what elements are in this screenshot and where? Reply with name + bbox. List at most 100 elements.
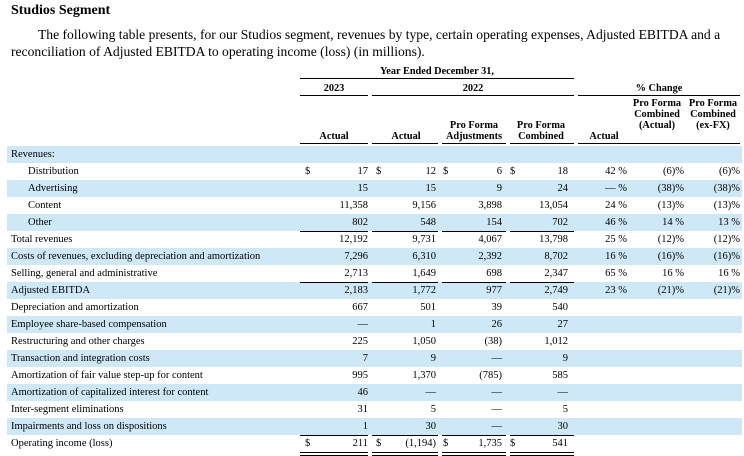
cell-comb: 5: [562, 404, 568, 415]
currency-symbol: $: [443, 438, 449, 449]
table-row: Restructuring and other charges 225 1,050 (…: [7, 333, 742, 350]
table-row: Amortization of capitalized interest for…: [7, 384, 742, 401]
cell-adj: —: [491, 353, 503, 364]
cell-a23: —: [357, 319, 369, 330]
cell-adj: (38): [484, 336, 503, 347]
cell-a22: 6,310: [412, 251, 436, 262]
row-label: Revenues:: [11, 149, 55, 160]
cell-adj: 698: [486, 268, 502, 279]
pct-change-underline: [578, 95, 740, 96]
cell-a22: 15: [425, 183, 437, 194]
cell-a23: 667: [352, 302, 368, 313]
cell-comb: 8,702: [544, 251, 568, 262]
cell-adj: 1,735: [478, 438, 502, 449]
cell-a22: 5: [430, 404, 436, 415]
cell-comb: 27: [557, 319, 569, 330]
row-label: Other: [28, 217, 52, 228]
cell-p3: (21)%: [713, 285, 740, 296]
year-2023-underline: [300, 95, 368, 96]
table-row: Content 11,358 9,156 3,898 13,054 24 % (13)% (1…: [7, 197, 742, 214]
cell-a22: —: [425, 387, 437, 398]
currency-symbol: $: [376, 438, 382, 449]
sum-underline: [510, 282, 574, 283]
cell-adj: 154: [486, 217, 502, 228]
sum-underline: [372, 282, 438, 283]
cell-a23: 802: [352, 217, 368, 228]
cell-p1: 25 %: [605, 234, 627, 245]
cell-comb: 30: [557, 421, 569, 432]
cell-a23: 46: [357, 387, 369, 398]
col-actual-2023: Actual: [319, 131, 349, 142]
table-row: Adjusted EBITDA 2,183 1,772 977 2,749 23 % (21…: [7, 282, 742, 299]
table-row: Selling, general and administrative 2,713…: [7, 265, 742, 282]
sum-underline: [300, 435, 368, 436]
col-underline-a23: [300, 143, 368, 144]
sum-underline: [510, 231, 574, 232]
table-row: Inter-segment eliminations 31 5 — 5: [7, 401, 742, 418]
cell-comb: 1,012: [544, 336, 568, 347]
sum-underline: [300, 282, 368, 283]
period-header: Year Ended December 31,: [379, 66, 494, 77]
cell-p3: (6)%: [719, 166, 740, 177]
sum-underline: [372, 435, 438, 436]
cell-a22: 1,050: [412, 336, 436, 347]
row-label: Restructuring and other charges: [11, 336, 145, 347]
table-row: Distribution 17 12 6 18 42 % (6)% (6)% $ $ $ $: [7, 163, 742, 180]
cell-p2: 14 %: [662, 217, 684, 228]
table-row: Revenues:: [7, 146, 742, 163]
cell-adj: —: [491, 387, 503, 398]
cell-a22: 30: [425, 421, 437, 432]
cell-comb: 18: [557, 166, 569, 177]
cell-adj: 9: [496, 183, 502, 194]
sum-underline: [510, 435, 574, 436]
cell-p1: 24 %: [605, 200, 627, 211]
cell-a22: 9,156: [412, 200, 436, 211]
cell-p1: 16 %: [605, 251, 627, 262]
col-pct-proforma-actual: Pro Forma Combined (Actual): [632, 98, 682, 131]
sum-underline: [442, 435, 506, 436]
table-row: Costs of revenues, excluding depreciatio…: [7, 248, 742, 265]
row-label: Costs of revenues, excluding depreciatio…: [11, 251, 261, 262]
table-row: Depreciation and amortization 667 501 39 540: [7, 299, 742, 316]
year-2022-underline: [372, 95, 574, 96]
cell-comb: 702: [552, 217, 568, 228]
cell-a22: 548: [420, 217, 436, 228]
table-row: Other 802 548 154 702 46 % 14 % 13 %: [7, 214, 742, 231]
cell-a22: 1: [430, 319, 436, 330]
cell-a23: 225: [352, 336, 368, 347]
cell-a22: 9,731: [412, 234, 436, 245]
row-label: Advertising: [28, 183, 78, 194]
cell-a22: 1,649: [412, 268, 436, 279]
col-proforma-combined: Pro Forma Combined: [516, 120, 566, 142]
col-underline-adj: [442, 143, 506, 144]
cell-comb: 24: [557, 183, 569, 194]
col-underline-comb: [510, 143, 574, 144]
cell-p2: (12)%: [657, 234, 684, 245]
cell-a23: 17: [357, 166, 369, 177]
year-2022-header: 2022: [462, 83, 484, 94]
row-label: Depreciation and amortization: [11, 302, 139, 313]
currency-symbol: $: [443, 166, 449, 177]
col-underline-pct: [578, 143, 740, 144]
cell-adj: —: [491, 404, 503, 415]
cell-a23: 11,358: [339, 200, 369, 211]
row-label: Inter-segment eliminations: [11, 404, 124, 415]
cell-p2: (16)%: [657, 251, 684, 262]
double-underline: [300, 452, 368, 456]
table-row: Amortization of fair value step-up for c…: [7, 367, 742, 384]
cell-adj: 39: [491, 302, 503, 313]
cell-p1: 42 %: [605, 166, 627, 177]
cell-a22: 12: [425, 166, 437, 177]
cell-adj: 2,392: [478, 251, 502, 262]
table-row: Impairments and loss on dispositions 1 30 —…: [7, 418, 742, 435]
cell-p1: — %: [605, 183, 627, 194]
currency-symbol: $: [305, 166, 311, 177]
row-label: Operating income (loss): [11, 438, 113, 449]
col-pct-actual: Actual: [589, 131, 619, 142]
currency-symbol: $: [510, 438, 516, 449]
row-label: Distribution: [28, 166, 79, 177]
cell-p1: 65 %: [605, 268, 627, 279]
intro-paragraph: The following table presents, for our St…: [11, 27, 721, 59]
currency-symbol: $: [305, 438, 311, 449]
pct-change-header: % Change: [635, 83, 683, 94]
